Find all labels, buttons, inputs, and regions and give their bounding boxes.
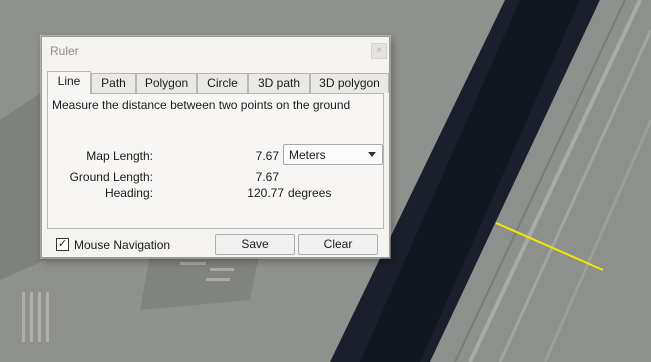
- dialog-title: Ruler: [50, 44, 79, 58]
- tab-label: Line: [57, 74, 81, 88]
- ground-length-label: Ground Length:: [69, 170, 153, 184]
- heading-unit: degrees: [288, 186, 332, 200]
- title-bar[interactable]: Ruler ×: [42, 37, 389, 65]
- tab-label: Path: [101, 76, 126, 90]
- save-button[interactable]: Save: [215, 234, 295, 255]
- ground-length-value: 7.67: [255, 170, 279, 184]
- tab-polygon[interactable]: Polygon: [136, 73, 197, 93]
- ruler-dialog: Ruler × Line Path Polygon Circle 3D path…: [41, 36, 390, 258]
- tab-line[interactable]: Line: [47, 71, 91, 94]
- close-button[interactable]: ×: [371, 43, 387, 59]
- tab-3d-polygon[interactable]: 3D polygon: [310, 73, 389, 93]
- close-icon: ×: [376, 45, 382, 56]
- panel-description: Measure the distance between two points …: [52, 98, 351, 112]
- clear-button-label: Clear: [323, 237, 353, 251]
- checkmark-icon: ✓: [57, 238, 68, 250]
- tab-path[interactable]: Path: [91, 73, 136, 93]
- tab-label: 3D path: [257, 76, 301, 90]
- save-button-label: Save: [241, 237, 269, 251]
- tab-3d-path[interactable]: 3D path: [248, 73, 310, 93]
- map-length-label: Map Length:: [86, 149, 153, 163]
- mouse-navigation-label: Mouse Navigation: [74, 238, 171, 252]
- unit-select[interactable]: Meters: [283, 144, 383, 165]
- tab-label: Circle: [207, 76, 238, 90]
- heading-label: Heading:: [104, 186, 153, 200]
- map-length-value: 7.67: [255, 149, 279, 163]
- mouse-navigation-checkbox[interactable]: ✓: [56, 238, 69, 251]
- clear-button[interactable]: Clear: [298, 234, 378, 255]
- tab-label: Polygon: [144, 76, 189, 90]
- tab-label: 3D polygon: [319, 76, 380, 90]
- heading-value: 120.77: [247, 186, 284, 200]
- unit-select-value: Meters: [289, 148, 326, 162]
- line-tab-panel: Measure the distance between two points …: [47, 93, 384, 229]
- tab-circle[interactable]: Circle: [197, 73, 248, 93]
- chevron-down-icon: [368, 152, 376, 157]
